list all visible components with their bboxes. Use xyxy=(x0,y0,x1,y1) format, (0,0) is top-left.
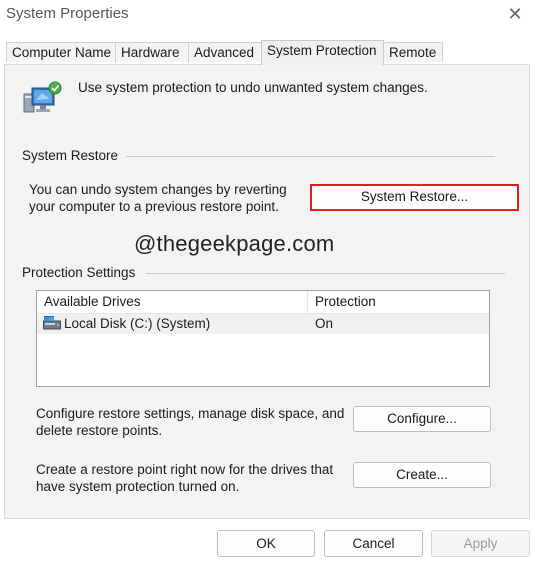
tab-hardware[interactable]: Hardware xyxy=(115,42,189,62)
apply-button[interactable]: Apply xyxy=(431,530,530,557)
protection-settings-group-label: Protection Settings xyxy=(22,265,136,280)
create-description-line2: have system protection turned on. xyxy=(36,479,240,494)
system-protection-icon xyxy=(23,81,62,113)
intro-text: Use system protection to undo unwanted s… xyxy=(78,80,428,95)
group-divider xyxy=(146,273,505,274)
configure-description-line2: delete restore points. xyxy=(36,423,163,438)
column-header-protection[interactable]: Protection xyxy=(308,291,489,313)
tab-remote[interactable]: Remote xyxy=(383,42,443,62)
system-restore-description-line1: You can undo system changes by reverting xyxy=(29,182,287,197)
drives-list[interactable]: Available Drives Protection Local Disk (… xyxy=(36,290,490,387)
system-restore-group-label: System Restore xyxy=(22,148,119,163)
tab-system-protection[interactable]: System Protection xyxy=(261,40,384,65)
title-bar: System Properties ✕ xyxy=(0,0,535,32)
ok-button[interactable]: OK xyxy=(217,530,315,557)
tab-computer-name[interactable]: Computer Name xyxy=(6,42,116,62)
close-icon[interactable]: ✕ xyxy=(503,2,527,26)
drive-icon xyxy=(43,316,61,330)
list-item[interactable]: Local Disk (C:) (System) On xyxy=(37,314,489,334)
cancel-button[interactable]: Cancel xyxy=(324,530,423,557)
system-restore-button[interactable]: System Restore... xyxy=(310,184,519,211)
create-description-line1: Create a restore point right now for the… xyxy=(36,462,334,477)
tab-advanced[interactable]: Advanced xyxy=(188,42,262,62)
configure-button[interactable]: Configure... xyxy=(353,406,491,432)
list-header: Available Drives Protection xyxy=(37,291,489,314)
drive-protection-status: On xyxy=(315,316,334,331)
window-title: System Properties xyxy=(6,5,129,22)
watermark-text: @thegeekpage.com xyxy=(134,231,335,256)
create-button[interactable]: Create... xyxy=(353,462,491,488)
group-divider xyxy=(126,156,495,157)
configure-description-line1: Configure restore settings, manage disk … xyxy=(36,406,345,421)
column-header-available-drives[interactable]: Available Drives xyxy=(37,291,308,313)
drive-name: Local Disk (C:) (System) xyxy=(64,316,211,331)
system-restore-description-line2: your computer to a previous restore poin… xyxy=(29,199,279,214)
